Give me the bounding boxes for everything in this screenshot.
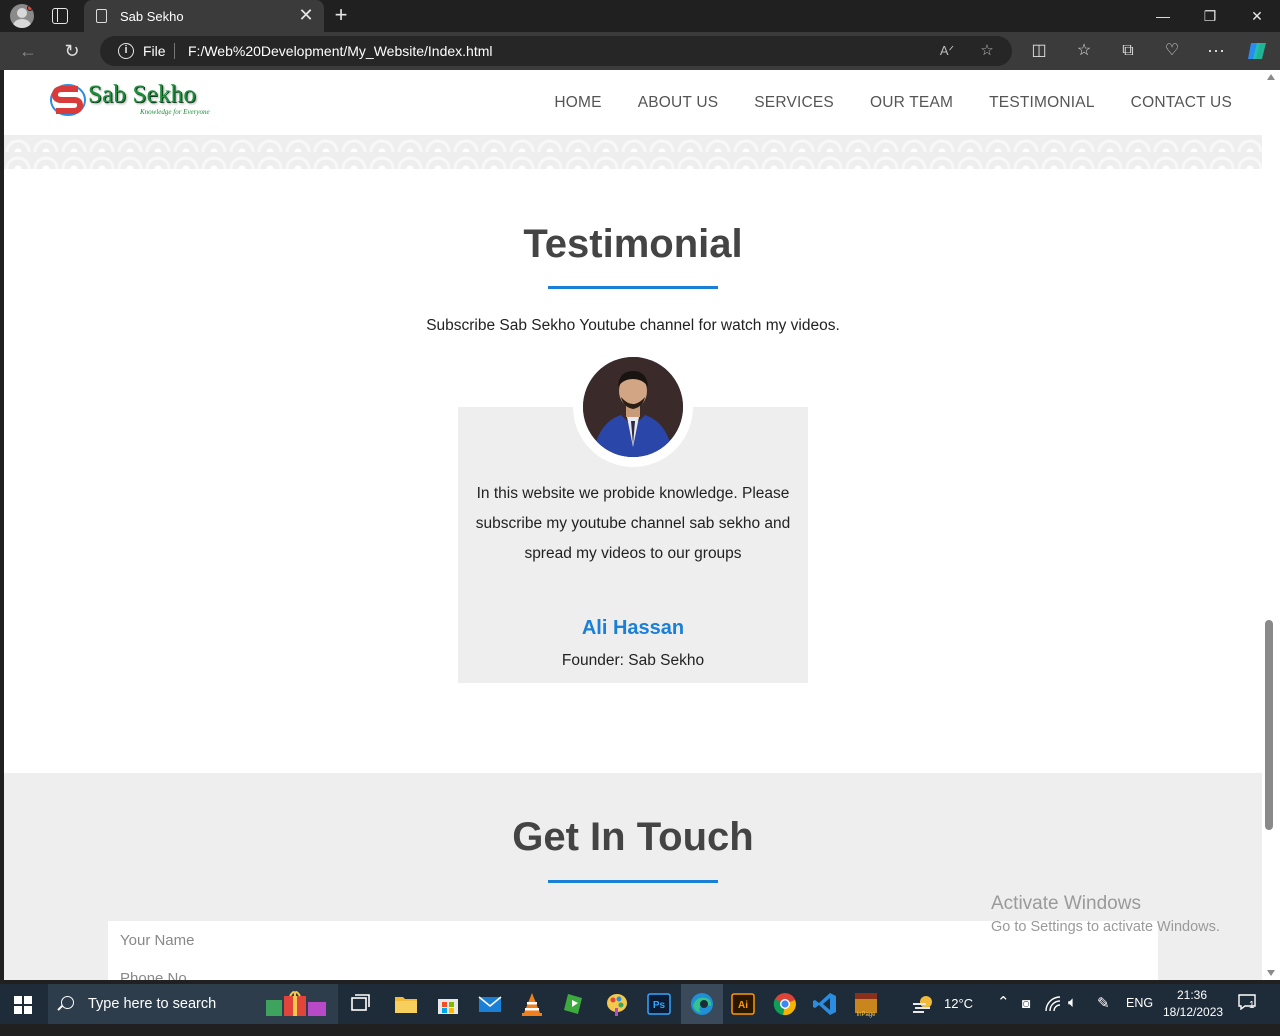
svg-text:Ai: Ai xyxy=(738,1000,748,1011)
windows-start-icon[interactable] xyxy=(14,996,32,1014)
tab-title: Sab Sekho xyxy=(120,9,184,24)
site-header: Sab Sekho Knowledge for Everyone HOME AB… xyxy=(4,70,1262,135)
favorites-icon[interactable]: ☆ xyxy=(1072,39,1096,63)
taskbar-search[interactable]: Type here to search xyxy=(48,984,338,1024)
scroll-down-icon[interactable] xyxy=(1267,970,1275,976)
clock-date: 18/12/2023 xyxy=(1163,1005,1224,1019)
microsoft-store-icon[interactable] xyxy=(434,990,462,1018)
search-icon xyxy=(61,996,74,1009)
search-placeholder: Type here to search xyxy=(88,996,217,1012)
nav-about-us[interactable]: ABOUT US xyxy=(638,94,719,112)
volume-icon[interactable]: 🔈︎ xyxy=(1068,994,1077,1034)
scrollbar-thumb[interactable] xyxy=(1265,620,1273,830)
decorative-pattern-band xyxy=(4,135,1262,169)
vlc-icon[interactable] xyxy=(518,990,546,1018)
title-underline xyxy=(548,880,718,883)
edge-browser-icon[interactable] xyxy=(688,990,716,1018)
logo-text: Sab Sekho xyxy=(88,81,197,108)
watermark-line-1: Activate Windows xyxy=(991,893,1141,914)
more-menu-icon[interactable]: ⋯ xyxy=(1204,39,1228,63)
nav-services[interactable]: SERVICES xyxy=(754,94,834,112)
weather-temperature[interactable]: 12°C xyxy=(944,996,973,1036)
weather-icon[interactable] xyxy=(910,992,938,1016)
contact-section: Get In Touch Your Name Phone No xyxy=(4,773,1262,980)
split-screen-icon[interactable]: ◫ xyxy=(1027,39,1051,63)
vscode-icon[interactable] xyxy=(811,990,839,1018)
collections-icon[interactable]: ⧉ xyxy=(1116,39,1140,63)
nav-testimonial[interactable]: TESTIMONIAL xyxy=(989,94,1095,112)
clock-time: 21:36 xyxy=(1176,988,1208,1002)
camtasia-icon[interactable] xyxy=(560,990,588,1018)
copilot-icon[interactable] xyxy=(1245,39,1269,63)
info-icon[interactable]: i xyxy=(118,43,134,59)
favorite-star-icon[interactable]: ☆ xyxy=(976,40,998,62)
back-arrow-icon[interactable]: ← xyxy=(16,39,40,63)
your-name-field[interactable]: Your Name xyxy=(120,932,195,949)
language-indicator[interactable]: ENG xyxy=(1126,996,1153,1036)
watermark-line-2: Go to Settings to activate Windows. xyxy=(991,919,1220,935)
url-text[interactable]: F:/Web%20Development/My_Website/Index.ht… xyxy=(188,43,493,59)
logo-tagline: Knowledge for Everyone xyxy=(140,108,210,116)
nav-home[interactable]: HOME xyxy=(554,94,601,112)
performance-icon[interactable]: ♡ xyxy=(1160,39,1184,63)
protocol-label: File xyxy=(143,43,166,59)
paint-icon[interactable] xyxy=(603,990,631,1018)
title-underline xyxy=(548,286,718,289)
windows-taskbar: Type here to search Ps Ai InPage 12°C ⌃ … xyxy=(0,984,1280,1024)
profile-avatar-icon[interactable] xyxy=(10,4,34,28)
browser-toolbar: ← ↻ i File F:/Web%20Development/My_Websi… xyxy=(0,32,1280,70)
testimonial-title: Testimonial xyxy=(523,222,743,266)
pen-icon[interactable]: ✎ xyxy=(1097,994,1110,1034)
testimonial-role: Founder: Sab Sekho xyxy=(561,652,705,669)
logo-s-icon xyxy=(50,84,86,116)
contact-title: Get In Touch xyxy=(512,815,754,859)
task-view-icon[interactable] xyxy=(347,990,375,1018)
inpage-icon[interactable]: InPage xyxy=(852,990,880,1018)
svg-text:Ps: Ps xyxy=(653,1000,666,1011)
illustrator-icon[interactable]: Ai xyxy=(729,990,757,1018)
page-scrollbar[interactable] xyxy=(1262,70,1280,980)
show-hidden-icons-chevron-icon[interactable]: ⌃ xyxy=(997,993,1010,1033)
restore-button[interactable]: ❐ xyxy=(1199,5,1221,27)
meet-now-icon[interactable]: ◙ xyxy=(1022,995,1030,1035)
new-tab-button[interactable]: + xyxy=(330,4,352,26)
activate-windows-watermark: Activate Windows Go to Settings to activ… xyxy=(991,893,1220,935)
notification-count: 1 xyxy=(1249,1000,1255,1011)
page-icon xyxy=(96,9,107,23)
nav-contact-us[interactable]: CONTACT US xyxy=(1131,94,1232,112)
close-window-button[interactable]: ✕ xyxy=(1246,5,1268,27)
address-bar[interactable]: i File F:/Web%20Development/My_Website/I… xyxy=(100,36,1012,66)
testimonial-name: Ali Hassan xyxy=(581,617,685,639)
avatar xyxy=(583,357,683,457)
reload-icon[interactable]: ↻ xyxy=(60,39,84,63)
gift-icon xyxy=(266,991,326,1016)
network-icon[interactable] xyxy=(1045,996,1063,1012)
mail-icon[interactable] xyxy=(476,990,504,1018)
phone-field[interactable]: Phone No xyxy=(120,970,187,980)
testimonial-subtitle: Subscribe Sab Sekho Youtube channel for … xyxy=(426,317,840,334)
browser-tab[interactable]: Sab Sekho ✕ xyxy=(84,0,324,32)
browser-tab-bar: Sab Sekho ✕ + — ❐ ✕ xyxy=(0,0,1280,32)
minimize-button[interactable]: — xyxy=(1152,5,1174,27)
file-explorer-icon[interactable] xyxy=(392,990,420,1018)
web-page: Sab Sekho Knowledge for Everyone HOME AB… xyxy=(4,70,1262,980)
notification-center-icon[interactable]: 1 xyxy=(1238,994,1260,1014)
site-logo[interactable]: Sab Sekho Knowledge for Everyone xyxy=(48,78,218,122)
divider xyxy=(174,43,175,59)
clock[interactable]: 21:36 18/12/2023 xyxy=(1163,987,1224,1027)
tab-actions-icon[interactable] xyxy=(52,8,68,24)
chrome-icon[interactable] xyxy=(771,990,799,1018)
read-aloud-icon[interactable]: Aᐟ xyxy=(936,40,958,62)
testimonial-quote: In this website we probide knowledge. Pl… xyxy=(475,485,791,562)
photoshop-icon[interactable]: Ps xyxy=(645,990,673,1018)
tab-close-icon[interactable]: ✕ xyxy=(296,5,316,25)
svg-text:InPage: InPage xyxy=(856,1012,876,1018)
main-nav: HOME ABOUT US SERVICES OUR TEAM TESTIMON… xyxy=(554,94,1232,112)
nav-our-team[interactable]: OUR TEAM xyxy=(870,94,953,112)
scroll-up-icon[interactable] xyxy=(1267,74,1275,80)
